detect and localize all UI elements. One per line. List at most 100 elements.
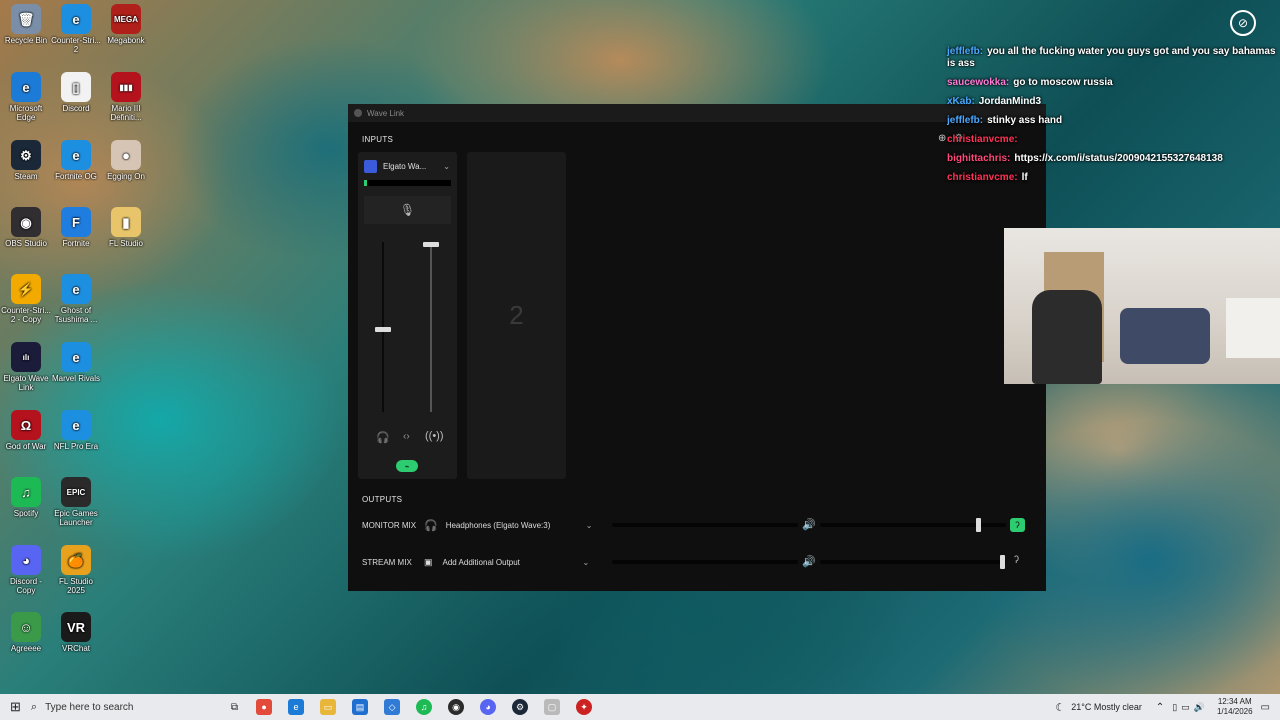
ear-icon[interactable]: ʔ	[1014, 555, 1019, 566]
input-device-name[interactable]: Elgato Wa...	[383, 162, 426, 171]
app-icon[interactable]: ▢	[544, 699, 561, 715]
headphones-muted-icon[interactable]: 🎧	[376, 431, 390, 444]
window-title: Wave Link	[367, 108, 405, 118]
mix-label: STREAM MIX	[362, 557, 412, 567]
desktop-icon-label: Microsoft Edge	[9, 104, 43, 122]
chat-username[interactable]: jefflefb:	[947, 115, 983, 126]
chat-text: lf	[1021, 172, 1028, 183]
desktop-icon[interactable]: ⚡ Counter-Stri... 2 - Copy	[0, 274, 52, 324]
chat-username[interactable]: jefflefb:	[947, 46, 983, 57]
output-device-name[interactable]: Headphones (Elgato Wave:3)	[446, 521, 586, 530]
fortnite-icon: F	[61, 207, 91, 237]
desktop-icon[interactable]: EPIC Epic Games Launcher	[50, 477, 102, 527]
desktop-icon[interactable]: e Counter-Stri... 2	[50, 4, 102, 54]
obs-icon[interactable]: ◉	[448, 699, 465, 715]
edge-icon[interactable]: e	[288, 699, 305, 715]
mix-label: MONITOR MIX	[362, 520, 417, 530]
desktop-icon[interactable]: ♫ Spotify	[0, 477, 52, 518]
spotify-icon[interactable]: ♫	[416, 699, 433, 715]
notification-icon[interactable]: ▭	[1261, 702, 1270, 713]
chevron-down-icon[interactable]: ⌄	[586, 521, 606, 530]
discord-icon[interactable]: ◕	[480, 699, 497, 715]
output-device-name[interactable]: Add Additional Output	[443, 558, 583, 567]
window-image	[1226, 298, 1280, 358]
chat-username[interactable]: bighittachris:	[947, 153, 1010, 164]
windows-start-icon[interactable]: ⊞	[10, 699, 21, 715]
speaker-icon[interactable]: 🔊	[802, 518, 816, 531]
desktop-icon[interactable]: e Ghost of Tsushima ...	[50, 274, 102, 324]
desktop-icon-label: Mario III Definiti...	[110, 104, 142, 122]
mute-mic-button[interactable]: 🎙	[364, 196, 451, 224]
steam-icon[interactable]: ⚙	[512, 699, 529, 715]
link-icon[interactable]: ‹›	[403, 431, 410, 442]
chat-message: bighittachris: https://x.com/i/status/200…	[947, 153, 1280, 165]
desktop-icon[interactable]: 🍊 FL Studio 2025	[50, 545, 102, 595]
download-icon[interactable]: ⊕	[938, 133, 946, 144]
desktop-icon-label: Recycle Bin	[4, 36, 48, 45]
desktop-icon[interactable]: MEGA Megabonk	[100, 4, 152, 45]
desktop-icon[interactable]: ▯ Discord	[50, 72, 102, 113]
desktop-icon[interactable]: ılı Elgato Wave Link	[0, 342, 52, 392]
desktop-icon[interactable]: Ω God of War	[0, 410, 52, 451]
chat-username[interactable]: christianvcme:	[947, 172, 1018, 183]
chat-username[interactable]: saucewokka:	[947, 77, 1009, 88]
input-channel-strip: Elgato Wa... ⌄ 🎙 🎧 ‹› ((•)) ⌁	[358, 152, 457, 479]
tray-icons[interactable]: ▯▭🔊	[1172, 702, 1209, 713]
speaker-icon[interactable]: 🔊	[802, 555, 816, 568]
game-icon[interactable]: ✦	[576, 699, 593, 715]
file-explorer-icon[interactable]: ▭	[320, 699, 337, 715]
desktop-icon[interactable]: F Fortnite	[50, 207, 102, 248]
desktop-icon-label: FL Studio 2025	[59, 577, 93, 595]
desktop-icon[interactable]: ◉ OBS Studio	[0, 207, 52, 248]
chevron-down-icon[interactable]: ⌄	[443, 162, 450, 171]
chat-message: christianvcme: lf	[947, 172, 1280, 184]
desktop-icon[interactable]: VR VRChat	[50, 612, 102, 653]
empty-input-slot[interactable]: 2	[467, 152, 566, 479]
desktop-icon[interactable]: ▮ FL Studio	[100, 207, 152, 248]
window-titlebar[interactable]: Wave Link	[348, 104, 1046, 122]
mario-iii-definiti-icon: ▮▮▮	[111, 72, 141, 102]
stream-chat-overlay: jefflefb: you all the fucking water you g…	[947, 46, 1280, 191]
time: 12:34 AM	[1217, 697, 1252, 706]
nfl-pro-era-icon: e	[61, 410, 91, 440]
desktop-icon[interactable]: ● Egging On	[100, 140, 152, 181]
desktop-icon[interactable]: e Fortnite OG	[50, 140, 102, 181]
stream-fader-handle[interactable]	[423, 242, 439, 247]
chat-username[interactable]: christianvcme:	[947, 134, 1018, 145]
desktop-icon[interactable]: 🗑 Recycle Bin	[0, 4, 52, 45]
stream-fader-track[interactable]	[430, 242, 432, 412]
desktop-icon-label: Discord - Copy	[9, 577, 42, 595]
vrchat-icon: VR	[61, 612, 91, 642]
chevron-up-icon[interactable]: ⌃	[1156, 702, 1164, 713]
ear-icon[interactable]: ʔ	[1010, 518, 1025, 532]
vscode-icon[interactable]: ◇	[384, 699, 401, 715]
chrome-icon[interactable]: ●	[256, 699, 273, 715]
desktop-icon[interactable]: ☺ Agreeee	[0, 612, 52, 653]
desktop-icon[interactable]: e NFL Pro Era	[50, 410, 102, 451]
microsoft-edge-icon: e	[11, 72, 41, 102]
store-icon[interactable]: ▤	[352, 699, 369, 715]
desktop-icon[interactable]: e Microsoft Edge	[0, 72, 52, 122]
chevron-down-icon[interactable]: ⌄	[583, 558, 603, 567]
chat-text: JordanMind3	[978, 96, 1042, 107]
chat-username[interactable]: xKab:	[947, 96, 975, 107]
beatmaps-icon[interactable]: ⊘	[1230, 10, 1256, 36]
desktop-icon[interactable]: e Marvel Rivals	[50, 342, 102, 383]
weather-text[interactable]: 21°C Mostly clear	[1071, 702, 1142, 712]
desktop-icon[interactable]: ▮▮▮ Mario III Definiti...	[100, 72, 152, 122]
desktop-icon-label: NFL Pro Era	[53, 442, 99, 451]
task-view-icon[interactable]: ⧉	[231, 702, 238, 713]
stream-volume-handle[interactable]	[1000, 555, 1006, 569]
monitor-fader-handle[interactable]	[375, 327, 391, 332]
wave-link-window: Wave Link INPUTS Elgato Wa... ⌄ 🎙 🎧 ‹› (…	[348, 104, 1046, 591]
effects-button[interactable]: ⌁	[396, 460, 418, 472]
desktop-icon[interactable]: ⚙ Steam	[0, 140, 52, 181]
desktop-icon-label: Discord	[62, 104, 90, 113]
clock[interactable]: 12:34 AM 1/14/2026	[1217, 697, 1253, 717]
stream-volume-slider[interactable]	[820, 560, 1006, 564]
taskbar-search[interactable]: ⌕ Type here to search	[31, 694, 221, 720]
broadcast-icon[interactable]: ((•))	[425, 430, 444, 442]
desktop-icon[interactable]: ◕ Discord - Copy	[0, 545, 52, 595]
monitor-volume-handle[interactable]	[976, 518, 982, 532]
date: 1/14/2026	[1216, 707, 1253, 716]
